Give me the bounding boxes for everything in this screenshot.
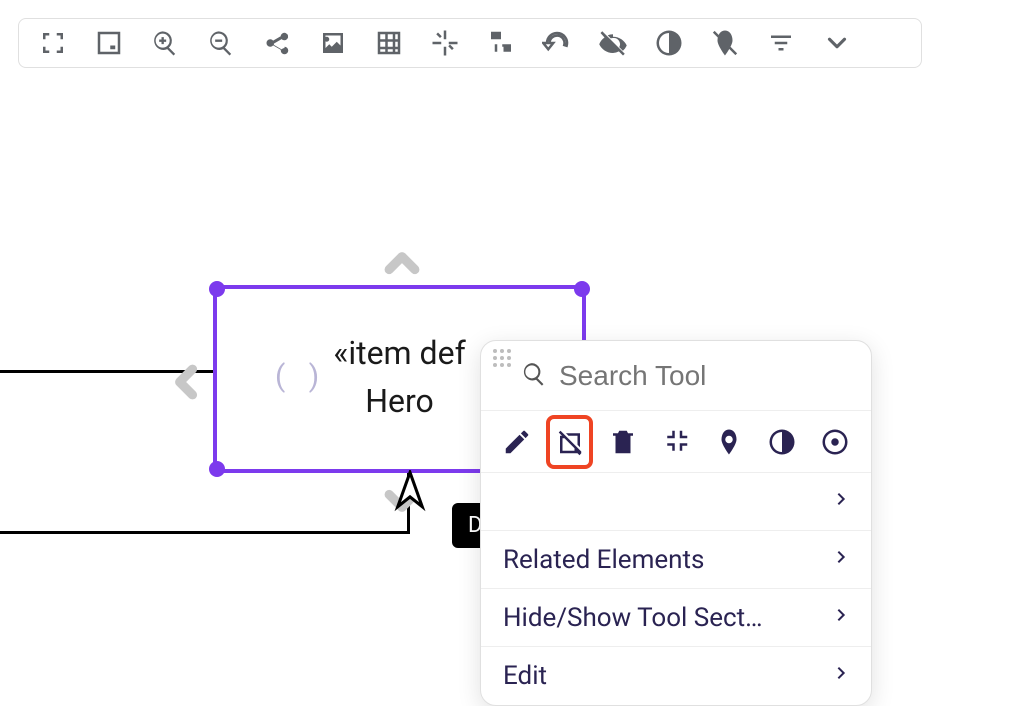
chevron-right-icon [833,545,849,575]
fit-page-icon[interactable] [81,19,137,67]
context-menu-item-label: Edit [503,661,547,691]
search-tool-input[interactable] [557,359,872,393]
relationship-arrowhead-icon [394,470,426,518]
collapse-button[interactable] [654,417,697,467]
fullscreen-icon[interactable] [25,19,81,67]
context-action-row [481,411,871,473]
undo-arrow-icon[interactable] [529,19,585,67]
zoom-in-icon[interactable] [137,19,193,67]
grid-icon[interactable] [361,19,417,67]
label-off-icon[interactable] [697,19,753,67]
search-row [481,341,871,411]
context-toolbar-popup: Related Elements Hide/Show Tool Sect… Ed… [480,340,872,706]
edit-pencil-button[interactable] [495,417,538,467]
context-menu-item-edit[interactable]: Edit [481,647,871,705]
context-menu-item-label: Hide/Show Tool Sect… [503,603,763,633]
chevron-down-icon[interactable] [809,19,865,67]
resize-handle-tr[interactable] [574,281,590,297]
diagram-canvas[interactable]: ( ) «item def Hero Delete from diagram [0,70,1018,686]
contrast-icon[interactable] [641,19,697,67]
context-menu-item-related-elements[interactable]: Related Elements [481,531,871,589]
snap-icon[interactable] [417,19,473,67]
image-icon[interactable] [305,19,361,67]
chevron-right-icon [833,661,849,691]
expand-up-chevron-icon [380,242,424,290]
canvas-top-toolbar [18,18,922,68]
resize-handle-tl[interactable] [209,281,225,297]
chevron-right-icon [833,487,849,517]
sitemap-icon[interactable] [473,19,529,67]
drag-handle-dots-icon[interactable] [493,349,513,369]
context-menu-item-label: Related Elements [503,545,704,575]
delete-from-diagram-button[interactable] [548,417,591,467]
search-icon [521,361,547,391]
resize-handle-bl[interactable] [209,461,225,477]
share-icon[interactable] [249,19,305,67]
pin-button[interactable] [708,417,751,467]
contrast-button[interactable] [761,417,804,467]
context-menu-item-hide-show-tool[interactable]: Hide/Show Tool Sect… [481,589,871,647]
filter-icon[interactable] [753,19,809,67]
chevron-right-icon [833,603,849,633]
context-menu-item-blank[interactable] [481,473,871,531]
visibility-off-icon[interactable] [585,19,641,67]
target-button[interactable] [814,417,857,467]
delete-trash-button[interactable] [601,417,644,467]
zoom-out-icon[interactable] [193,19,249,67]
